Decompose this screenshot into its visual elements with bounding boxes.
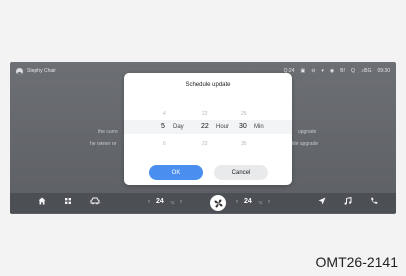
- background-text: he owner re: [90, 141, 117, 147]
- left-temp-unit: °C: [170, 200, 175, 205]
- status-indicator: ◉: [329, 68, 335, 74]
- ok-button[interactable]: OK: [149, 165, 203, 180]
- picker-value[interactable]: 25: [241, 111, 247, 117]
- reference-code: OMT26-2141: [315, 254, 398, 270]
- status-indicators: Q:24 ▣ ⊖ ▾ ◉ B! Q .ıl5G 09:30: [284, 68, 390, 74]
- hour-value[interactable]: 22: [201, 123, 209, 130]
- bluetooth-icon: B!: [340, 68, 346, 74]
- minute-unit: Min: [254, 124, 264, 130]
- phone-icon[interactable]: [370, 197, 378, 207]
- temp-increase-right-icon[interactable]: ›: [268, 199, 270, 205]
- home-icon[interactable]: [38, 197, 46, 207]
- temp-decrease-right-icon[interactable]: ‹: [236, 199, 238, 205]
- left-temperature: 24: [156, 198, 164, 205]
- hour-unit: Hour: [216, 124, 230, 130]
- picker-value[interactable]: 23: [202, 141, 208, 147]
- car-icon[interactable]: [90, 197, 100, 207]
- wifi-icon: ▾: [321, 68, 324, 74]
- signal-icon: .ıl5G: [360, 68, 372, 74]
- fan-icon[interactable]: [210, 195, 226, 211]
- status-indicator: Q: [351, 68, 355, 74]
- avatar[interactable]: [16, 67, 23, 75]
- navigation-icon[interactable]: [318, 197, 326, 207]
- picker-value[interactable]: 22: [202, 111, 208, 117]
- picker-row-below: 6 23 35: [124, 141, 292, 151]
- temp-increase-left-icon[interactable]: ›: [180, 199, 182, 205]
- background-text: upgrade: [298, 129, 317, 135]
- cancel-button[interactable]: Cancel: [214, 165, 268, 180]
- status-indicator: ▣: [300, 68, 306, 74]
- right-temperature: 24: [244, 198, 252, 205]
- bottom-dock: ‹ 24 °C › ‹ 24 °C ›: [10, 193, 396, 213]
- picker-value[interactable]: 35: [241, 141, 247, 147]
- right-temp-unit: °C: [258, 200, 263, 205]
- day-value[interactable]: 5: [161, 123, 165, 130]
- status-indicator: ⊖: [311, 68, 316, 74]
- schedule-update-dialog: Schedule update 4 22 25 5 Day 22 Hour 30…: [124, 73, 292, 185]
- picker-value[interactable]: 6: [163, 141, 166, 147]
- music-icon[interactable]: [344, 196, 352, 207]
- background-text: the curre: [98, 129, 118, 135]
- background-text: tile upgrade: [292, 141, 319, 147]
- picker-value[interactable]: 4: [163, 111, 166, 117]
- day-unit: Day: [173, 124, 184, 130]
- temp-decrease-left-icon[interactable]: ‹: [148, 199, 150, 205]
- user-name[interactable]: Stephy Chair: [27, 68, 56, 74]
- clock: 09:30: [377, 68, 390, 74]
- apps-icon[interactable]: [64, 197, 72, 207]
- minute-value[interactable]: 30: [239, 123, 247, 130]
- dialog-title: Schedule update: [185, 82, 231, 88]
